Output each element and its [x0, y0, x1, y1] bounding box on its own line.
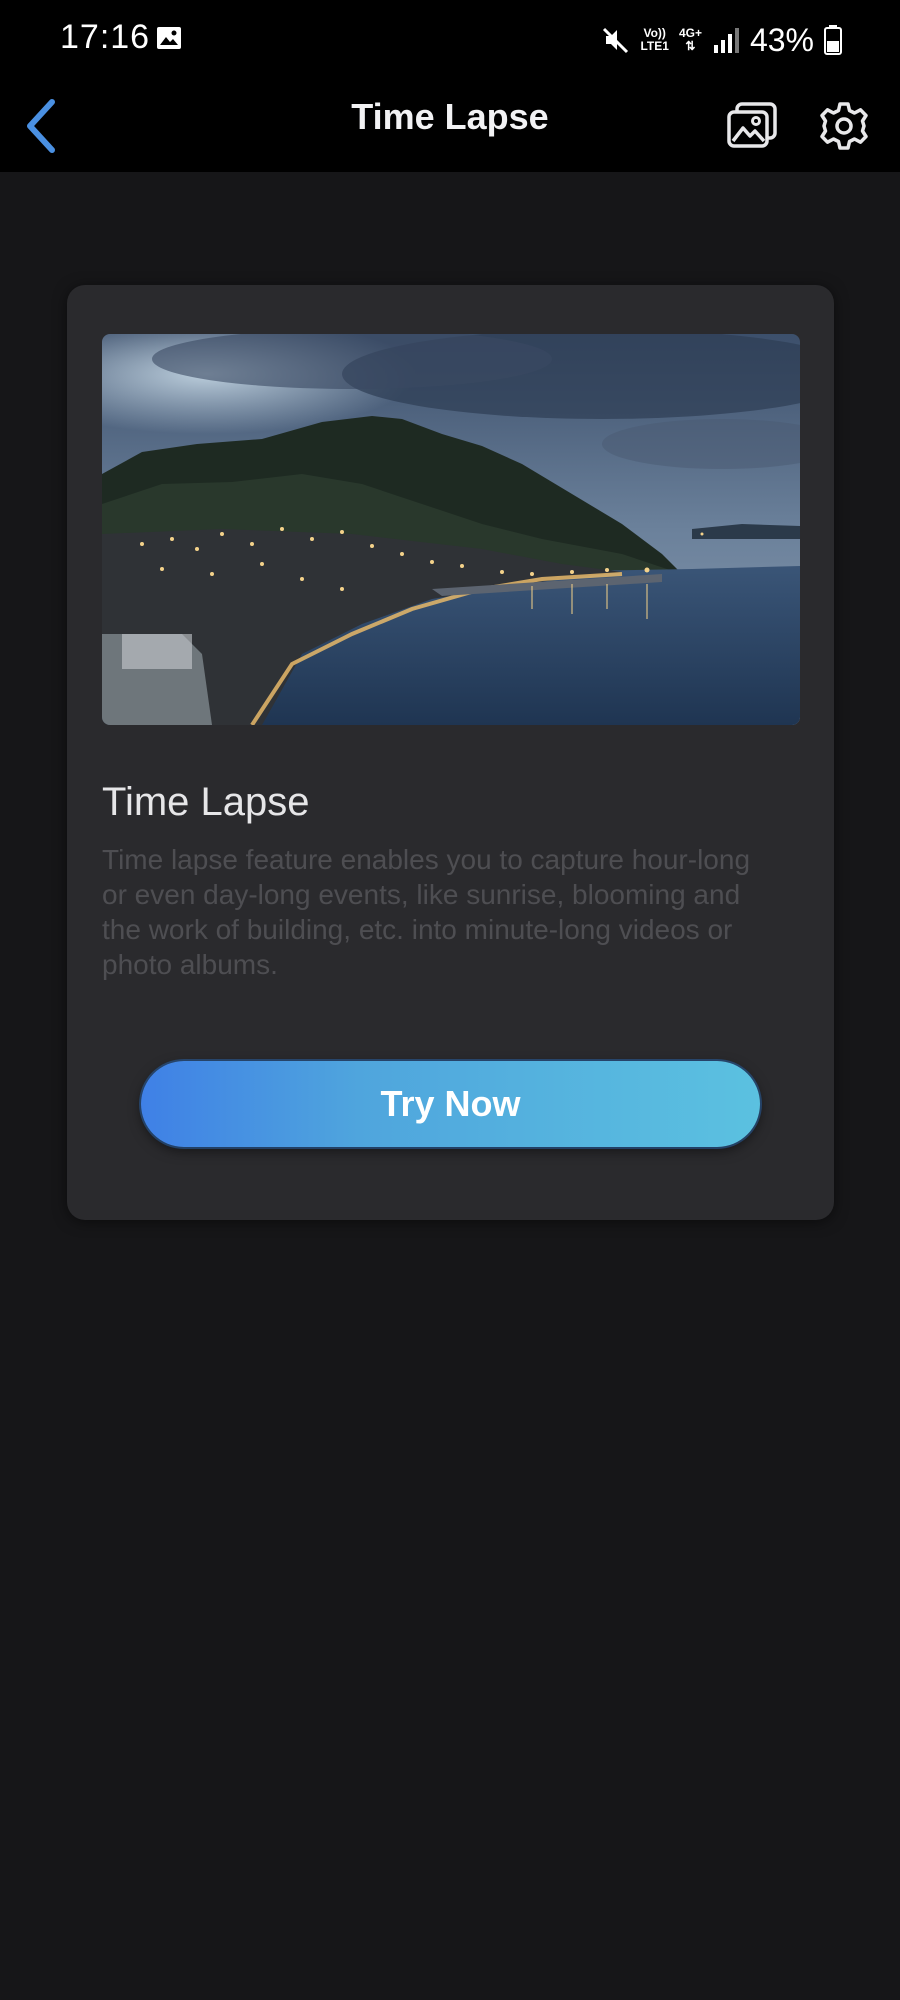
status-indicators: Vo)) LTE1 4G+ ⇅ 43%	[600, 16, 842, 64]
settings-button[interactable]	[812, 90, 876, 162]
feature-card: Time Lapse Time lapse feature enables yo…	[67, 285, 834, 1220]
status-time: 17:16	[60, 18, 151, 56]
coastal-town-image	[102, 334, 800, 725]
battery-icon	[824, 25, 842, 55]
status-bar: 17:16 Vo)) LTE1 4G+ ⇅ 43%	[0, 0, 900, 80]
gallery-notification-icon	[157, 27, 181, 49]
try-now-button[interactable]: Try Now	[141, 1061, 760, 1147]
feature-title: Time Lapse	[102, 780, 310, 824]
data-arrows-icon: ⇅	[685, 39, 696, 53]
mute-icon	[603, 27, 629, 54]
feature-preview-image	[102, 334, 800, 725]
lte-label: LTE1	[640, 39, 669, 53]
network-generation: 4G+ ⇅	[679, 27, 702, 53]
album-icon	[727, 102, 777, 148]
feature-description: Time lapse feature enables you to captur…	[102, 844, 751, 980]
settings-icon	[820, 102, 868, 150]
album-button[interactable]	[720, 90, 784, 162]
volte-indicator: Vo)) LTE1	[640, 27, 668, 53]
battery-percent: 43%	[749, 21, 814, 58]
signal-icon	[713, 28, 739, 53]
app-bar: Time Lapse	[0, 80, 900, 172]
